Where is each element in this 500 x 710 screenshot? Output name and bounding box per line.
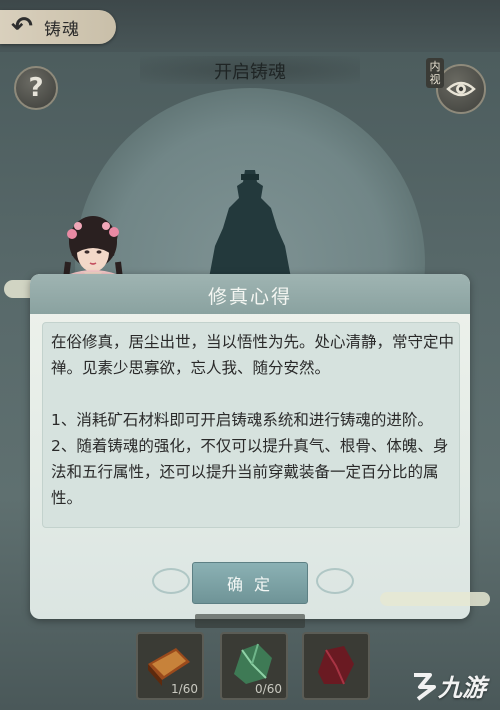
back-button[interactable]: ↶ 铸魂 [0,10,116,44]
dialog-content: 在俗修真，居尘出世，当以悟性为先。处心清静，常守定中禅。见素少思寡欲，忘人我、随… [42,322,460,528]
rule-item-2: 2、随着铸魂的强化，不仅可以提升真气、根骨、体魄、身法和五行属性，还可以提升当前… [51,437,449,507]
inner-view-label: 内视 [426,58,444,88]
swirl-decoration-right [316,568,354,594]
dialog-title: 修真心得 [207,286,292,308]
material-slot-2[interactable]: 0/60 [220,632,288,700]
material-count: 1/60 [171,682,198,696]
material-slot-1[interactable]: 1/60 [136,632,204,700]
swirl-decoration-left [152,568,190,594]
material-count: 0/60 [255,682,282,696]
red-ore-icon [318,646,354,685]
materials-label-bar [195,614,305,628]
back-arrow-icon: ↶ [11,12,33,42]
confirm-button[interactable]: 确 定 [192,562,308,604]
nine-game-logo-icon [414,672,436,701]
question-icon: ? [28,73,44,103]
page-title: 开启铸魂 [214,62,286,83]
cloud-decoration [380,592,490,606]
instructions-dialog: 修真心得 在俗修真，居尘出世，当以悟性为先。处心清静，常守定中禅。见素少思寡欲，… [30,274,470,619]
watermark-text: 九游 [438,674,486,702]
material-slot-3[interactable] [302,632,370,700]
content-text: 在俗修真，居尘出世，当以悟性为先。处心清静，常守定中禅。见素少思寡欲，忘人我、随… [51,329,455,511]
watermark: 九游 [410,668,486,703]
statue-silhouette [209,170,291,278]
back-title: 铸魂 [44,19,80,40]
rule-item-1: 1、消耗矿石材料即可开启铸魂系统和进行铸魂的进阶。 [51,411,433,429]
help-button[interactable]: ? [14,66,58,110]
eye-icon [446,81,476,97]
intro-paragraph: 在俗修真，居尘出世，当以悟性为先。处心清静，常守定中禅。见素少思寡欲，忘人我、随… [51,333,455,377]
